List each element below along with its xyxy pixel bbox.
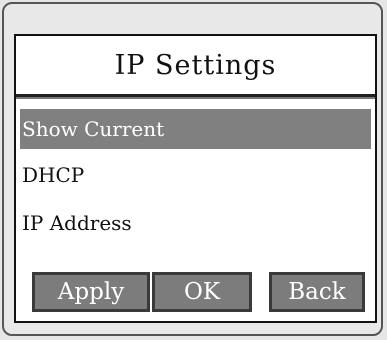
apply-button[interactable]: Apply: [32, 272, 150, 312]
title-divider: [16, 94, 375, 99]
menu-item-show-current[interactable]: Show Current: [20, 109, 371, 149]
back-button[interactable]: Back: [269, 272, 365, 312]
softkey-bar: Apply OK Back: [16, 272, 375, 316]
screen-title: IP Settings: [114, 49, 277, 81]
device-frame: IP Settings Show Current DHCP IP Address…: [2, 2, 383, 336]
menu-item-dhcp[interactable]: DHCP: [20, 155, 371, 195]
menu-item-ip-address[interactable]: IP Address: [20, 203, 371, 243]
ok-button[interactable]: OK: [152, 272, 252, 312]
screen: IP Settings Show Current DHCP IP Address…: [14, 34, 377, 323]
